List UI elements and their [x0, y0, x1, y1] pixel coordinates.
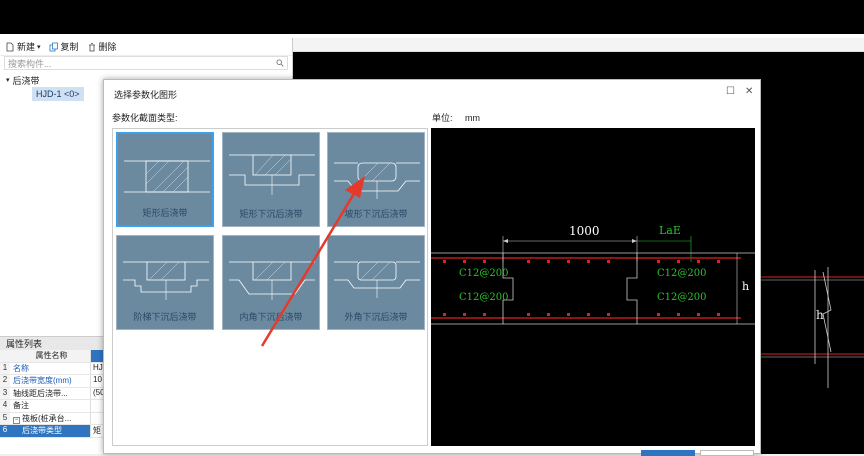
dim-width-label: 1000	[569, 224, 600, 238]
drawing-tab-strip	[293, 38, 864, 52]
trash-icon	[88, 42, 95, 51]
property-row[interactable]: 3 轴线距后浇带... (50	[0, 387, 110, 400]
property-row[interactable]: 1 名称 HJ	[0, 362, 110, 375]
section-type-label: 参数化截面类型:	[112, 113, 178, 123]
expand-arrow-icon[interactable]: ▾	[6, 76, 10, 84]
thumb-caption: 内角下沉后浇带	[239, 312, 303, 322]
thumb-caption: 坡形下沉后浇带	[344, 209, 408, 219]
property-list-title: 属性列表	[0, 337, 110, 350]
new-file-icon	[6, 42, 14, 51]
search-icon	[276, 59, 284, 67]
property-header-row: 属性名称	[0, 350, 110, 363]
tree-item-hjd-1[interactable]: HJD-1 <0>	[32, 87, 84, 101]
search-input[interactable]: 搜索构件...	[4, 56, 288, 70]
new-button-label: 新建	[17, 42, 36, 52]
thumb-caption: 矩形下沉后浇带	[239, 209, 303, 219]
select-parametric-dialog: 选择参数化图形 ☐ ✕ 参数化截面类型: 单位: mm 矩形后浇带 矩形下沉后浇…	[103, 79, 761, 456]
cancel-button[interactable]	[700, 450, 754, 456]
thumb-outer-corner-sunken[interactable]: 外角下沉后浇带	[327, 235, 425, 330]
delete-button[interactable]: 删除	[87, 40, 117, 53]
copy-button-label: 复制	[60, 42, 79, 52]
property-row[interactable]: 4 备注	[0, 400, 110, 413]
maximize-icon[interactable]: ☐	[726, 86, 735, 97]
chevron-down-icon[interactable]: ▾	[37, 43, 41, 51]
close-icon[interactable]: ✕	[745, 86, 753, 97]
section-preview-canvas: 1000 LaE C12@200 C12@200 C12@200 C12@200…	[431, 128, 755, 446]
search-placeholder: 搜索构件...	[8, 58, 52, 69]
tree-item-label: HJD-1 <0>	[36, 89, 80, 99]
delete-button-label: 删除	[98, 42, 117, 52]
thumb-rect-band[interactable]: 矩形后浇带	[116, 132, 214, 227]
thumb-caption: 外角下沉后浇带	[344, 312, 408, 322]
component-toolbar: 新建 ▾ 复制 删除	[0, 38, 292, 56]
property-row[interactable]: 2 后浇带宽度(mm) 10	[0, 375, 110, 388]
new-button[interactable]: 新建 ▾	[5, 40, 41, 53]
unit-label: 单位: mm	[432, 113, 481, 123]
section-preview-drawing	[431, 236, 755, 325]
copy-icon	[49, 42, 58, 51]
property-row[interactable]: 5 − 筏板(桩承台...	[0, 412, 110, 425]
thumb-rect-sunken[interactable]: 矩形下沉后浇带	[222, 132, 320, 227]
cad-h-label: h	[816, 308, 824, 322]
property-list: 属性列表 属性名称 1 名称 HJ 2 后浇带宽度(mm) 10 3 轴线距后浇…	[0, 336, 110, 454]
thumb-caption: 矩形后浇带	[142, 208, 188, 218]
rebar-label: C12@200	[459, 292, 509, 303]
top-black-bar	[0, 0, 864, 34]
rebar-label: C12@200	[657, 268, 707, 279]
ok-button[interactable]	[641, 450, 695, 456]
thumb-step-sunken[interactable]: 阶梯下沉后浇带	[116, 235, 214, 330]
thumb-caption: 阶梯下沉后浇带	[133, 312, 197, 322]
section-type-gallery: 矩形后浇带 矩形下沉后浇带 坡形下沉后浇带 阶梯下沉后浇带 内角下沉后浇带 外角…	[112, 128, 428, 446]
dim-lae-label: LaE	[659, 224, 681, 237]
tree-node-label: 后浇带	[12, 75, 40, 86]
dialog-title: 选择参数化图形	[114, 90, 178, 100]
rebar-label: C12@200	[459, 268, 509, 279]
collapse-box-icon[interactable]: −	[13, 416, 20, 424]
thumb-inner-corner-sunken[interactable]: 内角下沉后浇带	[222, 235, 320, 330]
property-name-header: 属性名称	[10, 350, 90, 362]
rebar-label: C12@200	[657, 292, 707, 303]
copy-button[interactable]: 复制	[49, 40, 79, 53]
property-row-selected[interactable]: 6 后浇带类型 矩	[0, 425, 110, 438]
section-h-label: h	[742, 280, 750, 293]
thumb-slope-sunken[interactable]: 坡形下沉后浇带	[327, 132, 425, 227]
